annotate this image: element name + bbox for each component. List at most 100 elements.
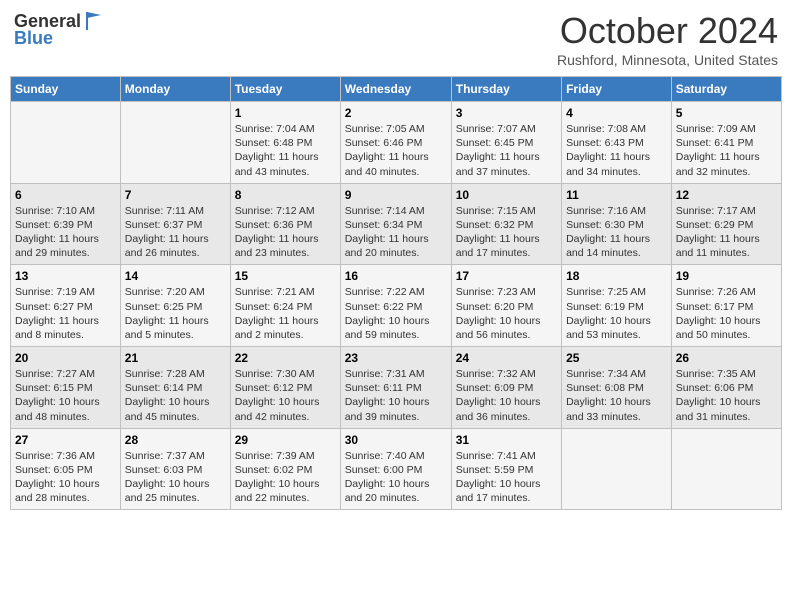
cell-details: Sunrise: 7:26 AMSunset: 6:17 PMDaylight:… [676,286,761,341]
cell-details: Sunrise: 7:21 AMSunset: 6:24 PMDaylight:… [235,286,319,341]
col-monday: Monday [120,77,230,102]
cell-details: Sunrise: 7:14 AMSunset: 6:34 PMDaylight:… [345,205,429,260]
table-row: 18 Sunrise: 7:25 AMSunset: 6:19 PMDayligh… [562,265,672,347]
table-row: 19 Sunrise: 7:26 AMSunset: 6:17 PMDayligh… [671,265,781,347]
table-row: 7 Sunrise: 7:11 AMSunset: 6:37 PMDaylight… [120,183,230,265]
logo-flag-icon [83,10,105,32]
table-row: 27 Sunrise: 7:36 AMSunset: 6:05 PMDayligh… [11,428,121,510]
calendar-week-row: 1 Sunrise: 7:04 AMSunset: 6:48 PMDaylight… [11,102,782,184]
table-row: 6Sunrise: 7:10 AMSunset: 6:39 PMDaylight… [11,183,121,265]
calendar-week-row: 27 Sunrise: 7:36 AMSunset: 6:05 PMDayligh… [11,428,782,510]
day-number: 8 [235,188,336,202]
table-row: 29 Sunrise: 7:39 AMSunset: 6:02 PMDayligh… [230,428,340,510]
cell-details: Sunrise: 7:11 AMSunset: 6:37 PMDaylight:… [125,205,209,260]
cell-details: Sunrise: 7:39 AMSunset: 6:02 PMDaylight:… [235,450,320,505]
table-row [671,428,781,510]
cell-details: Sunrise: 7:32 AMSunset: 6:09 PMDaylight:… [456,368,541,423]
day-number: 29 [235,433,336,447]
day-number: 7 [125,188,226,202]
day-number: 19 [676,269,777,283]
day-number: 10 [456,188,557,202]
table-row: 23Sunrise: 7:31 AMSunset: 6:11 PMDayligh… [340,347,451,429]
table-row: 16Sunrise: 7:22 AMSunset: 6:22 PMDayligh… [340,265,451,347]
cell-details: Sunrise: 7:34 AMSunset: 6:08 PMDaylight:… [566,368,651,423]
day-number: 11 [566,188,667,202]
cell-details: Sunrise: 7:04 AMSunset: 6:48 PMDaylight:… [235,123,319,178]
table-row: 20 Sunrise: 7:27 AMSunset: 6:15 PMDayligh… [11,347,121,429]
day-number: 2 [345,106,447,120]
day-number: 3 [456,106,557,120]
table-row: 15 Sunrise: 7:21 AMSunset: 6:24 PMDayligh… [230,265,340,347]
cell-details: Sunrise: 7:16 AMSunset: 6:30 PMDaylight:… [566,205,650,260]
cell-details: Sunrise: 7:19 AMSunset: 6:27 PMDaylight:… [15,286,99,341]
table-row: 9 Sunrise: 7:14 AMSunset: 6:34 PMDaylight… [340,183,451,265]
calendar-week-row: 6Sunrise: 7:10 AMSunset: 6:39 PMDaylight… [11,183,782,265]
day-number: 16 [345,269,447,283]
day-number: 1 [235,106,336,120]
day-number: 30 [345,433,447,447]
page-header: General Blue October 2024 Rushford, Minn… [10,10,782,68]
cell-details: Sunrise: 7:27 AMSunset: 6:15 PMDaylight:… [15,368,100,423]
day-number: 21 [125,351,226,365]
cell-details: Sunrise: 7:36 AMSunset: 6:05 PMDaylight:… [15,450,100,505]
table-row: 8 Sunrise: 7:12 AMSunset: 6:36 PMDaylight… [230,183,340,265]
day-number: 22 [235,351,336,365]
table-row: 3 Sunrise: 7:07 AMSunset: 6:45 PMDaylight… [451,102,561,184]
month-year-title: October 2024 [557,10,778,52]
day-number: 14 [125,269,226,283]
day-number: 15 [235,269,336,283]
day-number: 6 [15,188,116,202]
day-number: 4 [566,106,667,120]
title-block: October 2024 Rushford, Minnesota, United… [557,10,778,68]
table-row: 28Sunrise: 7:37 AMSunset: 6:03 PMDayligh… [120,428,230,510]
table-row: 12Sunrise: 7:17 AMSunset: 6:29 PMDayligh… [671,183,781,265]
cell-details: Sunrise: 7:20 AMSunset: 6:25 PMDaylight:… [125,286,209,341]
day-number: 27 [15,433,116,447]
day-number: 31 [456,433,557,447]
day-number: 20 [15,351,116,365]
cell-details: Sunrise: 7:07 AMSunset: 6:45 PMDaylight:… [456,123,540,178]
col-thursday: Thursday [451,77,561,102]
table-row: 24Sunrise: 7:32 AMSunset: 6:09 PMDayligh… [451,347,561,429]
table-row: 17Sunrise: 7:23 AMSunset: 6:20 PMDayligh… [451,265,561,347]
table-row: 4Sunrise: 7:08 AMSunset: 6:43 PMDaylight… [562,102,672,184]
cell-details: Sunrise: 7:12 AMSunset: 6:36 PMDaylight:… [235,205,319,260]
table-row [120,102,230,184]
cell-details: Sunrise: 7:25 AMSunset: 6:19 PMDaylight:… [566,286,651,341]
cell-details: Sunrise: 7:35 AMSunset: 6:06 PMDaylight:… [676,368,761,423]
location-text: Rushford, Minnesota, United States [557,52,778,68]
calendar-week-row: 20 Sunrise: 7:27 AMSunset: 6:15 PMDayligh… [11,347,782,429]
col-tuesday: Tuesday [230,77,340,102]
cell-details: Sunrise: 7:30 AMSunset: 6:12 PMDaylight:… [235,368,320,423]
col-friday: Friday [562,77,672,102]
table-row: 26 Sunrise: 7:35 AMSunset: 6:06 PMDayligh… [671,347,781,429]
table-row: 31 Sunrise: 7:41 AMSunset: 5:59 PMDayligh… [451,428,561,510]
cell-details: Sunrise: 7:41 AMSunset: 5:59 PMDaylight:… [456,450,541,505]
table-row [11,102,121,184]
day-number: 5 [676,106,777,120]
cell-details: Sunrise: 7:15 AMSunset: 6:32 PMDaylight:… [456,205,540,260]
day-number: 9 [345,188,447,202]
table-row: 21Sunrise: 7:28 AMSunset: 6:14 PMDayligh… [120,347,230,429]
table-row: 1 Sunrise: 7:04 AMSunset: 6:48 PMDaylight… [230,102,340,184]
day-number: 28 [125,433,226,447]
col-sunday: Sunday [11,77,121,102]
table-row: 5 Sunrise: 7:09 AMSunset: 6:41 PMDaylight… [671,102,781,184]
day-number: 17 [456,269,557,283]
logo: General Blue [14,10,105,49]
col-wednesday: Wednesday [340,77,451,102]
table-row: 14 Sunrise: 7:20 AMSunset: 6:25 PMDayligh… [120,265,230,347]
day-number: 26 [676,351,777,365]
cell-details: Sunrise: 7:09 AMSunset: 6:41 PMDaylight:… [676,123,760,178]
table-row: 11 Sunrise: 7:16 AMSunset: 6:30 PMDayligh… [562,183,672,265]
calendar-week-row: 13 Sunrise: 7:19 AMSunset: 6:27 PMDayligh… [11,265,782,347]
cell-details: Sunrise: 7:31 AMSunset: 6:11 PMDaylight:… [345,368,430,423]
table-row [562,428,672,510]
header-row: Sunday Monday Tuesday Wednesday Thursday… [11,77,782,102]
cell-details: Sunrise: 7:05 AMSunset: 6:46 PMDaylight:… [345,123,429,178]
day-number: 25 [566,351,667,365]
day-number: 18 [566,269,667,283]
cell-details: Sunrise: 7:17 AMSunset: 6:29 PMDaylight:… [676,205,760,260]
day-number: 13 [15,269,116,283]
table-row: 30Sunrise: 7:40 AMSunset: 6:00 PMDayligh… [340,428,451,510]
